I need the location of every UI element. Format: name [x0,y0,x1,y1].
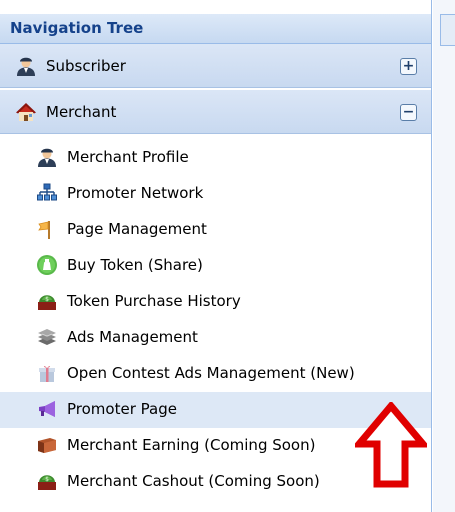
network-icon [37,183,57,201]
section-subscriber-label: Subscriber [46,57,126,75]
tree-item-merchant-profile[interactable]: Merchant Profile [0,140,431,176]
tree-item-label: Merchant Profile [67,148,189,166]
svg-text:$: $ [45,476,49,483]
gift-icon [39,365,55,382]
house-icon [16,103,36,121]
user-icon [38,148,56,167]
tree-item-label: Ads Management [67,328,198,346]
section-subscriber[interactable]: Subscriber + [0,44,431,88]
svg-text:$: $ [45,296,49,303]
tree-item-label: Open Contest Ads Management (New) [67,364,355,382]
stack-icon [38,329,56,345]
tree-item-ads-management[interactable]: Ads Management [0,320,431,356]
annotation-up-arrow-icon [355,402,427,488]
section-merchant[interactable]: Merchant − [0,90,431,134]
expand-subscriber-button[interactable]: + [400,58,417,75]
tree-item-label: Page Management [67,220,207,238]
money-icon: $ [38,295,56,310]
tree-item-label: Merchant Cashout (Coming Soon) [67,472,320,490]
tree-item-open-contest-ads-management[interactable]: Open Contest Ads Management (New) [0,356,431,392]
tree-item-label: Promoter Network [67,184,204,202]
megaphone-icon [39,401,55,417]
navigation-tree-title: Navigation Tree [10,19,144,37]
tree-item-token-purchase-history[interactable]: $ Token Purchase History [0,284,431,320]
collapse-merchant-button[interactable]: − [400,104,417,121]
box-icon [38,438,56,453]
navigation-tree-header: Navigation Tree [0,14,431,44]
token-icon [37,255,57,275]
money-icon: $ [38,475,56,490]
tree-item-label: Merchant Earning (Coming Soon) [67,436,316,454]
section-merchant-label: Merchant [46,103,117,121]
tree-item-buy-token[interactable]: Buy Token (Share) [0,248,431,284]
tree-item-label: Token Purchase History [67,292,241,310]
tree-item-promoter-network[interactable]: Promoter Network [0,176,431,212]
tree-item-page-management[interactable]: Page Management [0,212,431,248]
tree-item-label: Promoter Page [67,400,177,418]
adjacent-panel-tab[interactable] [440,14,455,46]
adjacent-panel-edge [433,0,455,512]
tree-item-label: Buy Token (Share) [67,256,203,274]
flag-icon [38,221,50,239]
user-icon [17,57,35,76]
